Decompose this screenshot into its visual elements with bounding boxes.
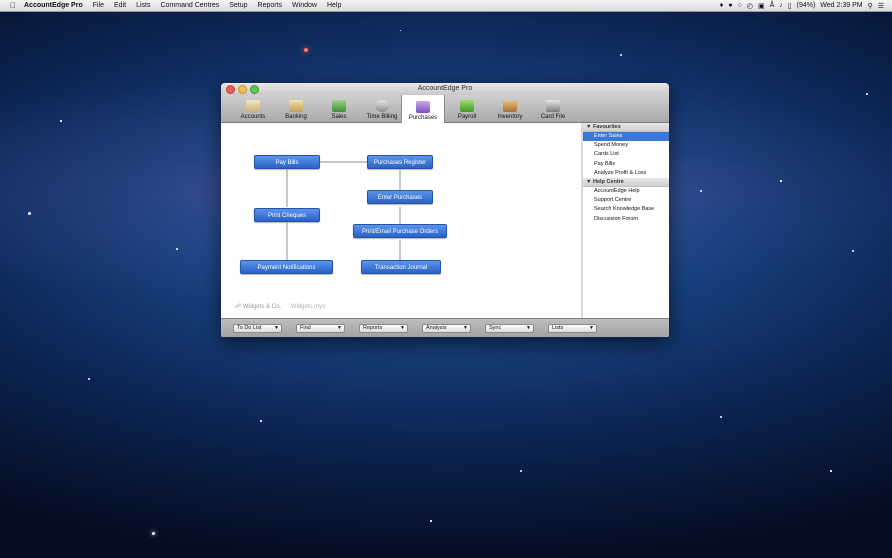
connector-enter-to-print-orders	[399, 207, 401, 224]
chat-icon[interactable]: ○	[738, 2, 742, 9]
inventory-icon	[503, 100, 517, 112]
chevron-down-icon: ▼	[589, 325, 594, 331]
sidebar: ▼ Favourites Enter Sales Spend Money Car…	[583, 123, 669, 318]
menu-extras: ♦ ● ○ ◴ ▣ Å ♪ ▯ (94%) Wed 2:39 PM ⚲ ☰	[720, 2, 892, 10]
accountedge-window: AccountEdge Pro Accounts Banking Sales T…	[221, 83, 669, 337]
help-support-centre[interactable]: Support Centre	[583, 196, 669, 205]
tab-time-billing[interactable]: Time Billing	[360, 95, 404, 122]
tab-inventory[interactable]: Inventory	[488, 95, 532, 122]
tab-payroll[interactable]: Payroll	[445, 95, 489, 122]
window-title: AccountEdge Pro	[417, 85, 473, 92]
menu-setup[interactable]: Setup	[224, 2, 252, 9]
spotlight-search-icon[interactable]: ⚲	[868, 2, 873, 10]
menu-file[interactable]: File	[88, 2, 109, 9]
list-icon[interactable]: ☰	[878, 2, 884, 10]
apple-icon[interactable]: 	[7, 1, 19, 10]
tab-purchases[interactable]: Purchases	[401, 95, 445, 123]
connector-print-orders-to-journal	[399, 240, 401, 260]
payment-notifications-button[interactable]: Payment Notifications	[240, 260, 333, 274]
favourite-analyze-profit-loss[interactable]: Analyze Profit & Loss	[583, 169, 669, 178]
find-dropdown[interactable]: Find ▼	[296, 324, 345, 333]
chevron-down-icon: ▼	[337, 325, 342, 331]
disclosure-triangle-icon: ▼	[586, 178, 592, 185]
chevron-down-icon: ▼	[463, 325, 468, 331]
menu-edit[interactable]: Edit	[109, 2, 131, 9]
battery-icon[interactable]: ▯	[788, 2, 792, 10]
bottom-toolbar: To Do List ▼ Find ▼ Reports ▼ Analysis ▼ Syn…	[221, 318, 669, 337]
help-discussion-forum[interactable]: Discussion Forum	[583, 215, 669, 224]
sync-status-icon[interactable]: ●	[728, 2, 732, 9]
bluetooth-icon[interactable]: Å	[770, 2, 775, 9]
disclosure-triangle-icon: ▼	[586, 124, 592, 130]
analysis-dropdown[interactable]: Analysis ▼	[422, 324, 471, 333]
battery-percent: (94%)	[796, 2, 816, 9]
chevron-down-icon: ▼	[400, 325, 405, 331]
favourite-spend-money[interactable]: Spend Money	[583, 141, 669, 150]
connector-paybills-to-cheques	[286, 170, 288, 207]
purchases-flow-area: Pay Bills Purchases Register Enter Purch…	[221, 123, 581, 318]
tab-card-file[interactable]: Card File	[531, 95, 575, 122]
help-search-knowledge-base[interactable]: Search Knowledge Base	[583, 205, 669, 214]
print-cheques-button[interactable]: Print Cheques	[254, 208, 320, 222]
chevron-down-icon: ▼	[526, 325, 531, 331]
display-icon[interactable]: ▣	[758, 2, 765, 10]
company-footer: ☍ Widgets & Co. Widgets.myo	[235, 303, 325, 310]
window-titlebar[interactable]: AccountEdge Pro	[221, 83, 669, 95]
connector-cheques-to-notifications	[286, 223, 288, 260]
tab-banking[interactable]: Banking	[274, 95, 318, 122]
favourite-pay-bills[interactable]: Pay Bills	[583, 160, 669, 169]
pay-bills-button[interactable]: Pay Bills	[254, 155, 320, 169]
transaction-journal-button[interactable]: Transaction Journal	[361, 260, 441, 274]
volume-icon[interactable]: ♪	[779, 2, 783, 9]
close-button[interactable]	[226, 85, 235, 94]
favourite-enter-sales[interactable]: Enter Sales	[583, 132, 669, 142]
banking-icon	[289, 100, 303, 112]
favourite-cards-list[interactable]: Cards List	[583, 150, 669, 159]
lists-dropdown[interactable]: Lists ▼	[548, 324, 597, 333]
purchases-register-button[interactable]: Purchases Register	[367, 155, 433, 169]
menu-help[interactable]: Help	[322, 2, 346, 9]
command-centre-toolbar: Accounts Banking Sales Time Billing Purc…	[221, 95, 669, 123]
tab-sales[interactable]: Sales	[317, 95, 361, 122]
traffic-lights	[226, 85, 259, 94]
menu-app-name[interactable]: AccountEdge Pro	[19, 2, 88, 9]
company-name: Widgets & Co.	[242, 304, 282, 310]
menu-window[interactable]: Window	[287, 2, 322, 9]
menu-reports[interactable]: Reports	[253, 2, 288, 9]
dropbox-icon[interactable]: ♦	[720, 2, 724, 9]
sync-dropdown[interactable]: Sync ▼	[485, 324, 534, 333]
accounts-icon	[246, 100, 260, 112]
help-centre-header[interactable]: ▼ Help Centre	[583, 177, 669, 187]
print-email-purchase-orders-button[interactable]: Print/Email Purchase Orders	[353, 224, 447, 238]
connector-register-to-paybills	[320, 161, 367, 163]
company-file-name: Widgets.myo	[290, 304, 326, 310]
purchases-icon	[416, 101, 430, 113]
card-file-icon	[546, 100, 560, 112]
zoom-button[interactable]	[250, 85, 259, 94]
minimize-button[interactable]	[238, 85, 247, 94]
help-accountedge-help[interactable]: AccountEdge Help	[583, 187, 669, 196]
menu-bar:  AccountEdge Pro File Edit Lists Comman…	[0, 0, 892, 12]
tab-accounts[interactable]: Accounts	[231, 95, 275, 122]
chevron-down-icon: ▼	[274, 325, 279, 331]
payroll-icon	[460, 100, 474, 112]
enter-purchases-button[interactable]: Enter Purchases	[367, 190, 433, 204]
menu-command-centres[interactable]: Command Centres	[155, 2, 224, 9]
sales-icon	[332, 100, 346, 112]
to-do-list-dropdown[interactable]: To Do List ▼	[233, 324, 282, 333]
connector-register-to-enter	[399, 170, 401, 190]
clock[interactable]: Wed 2:39 PM	[820, 2, 862, 9]
menu-lists[interactable]: Lists	[131, 2, 155, 9]
company-logo-icon: ☍	[235, 304, 242, 310]
favourites-header[interactable]: ▼ Favourites	[583, 123, 669, 132]
reports-dropdown[interactable]: Reports ▼	[359, 324, 408, 333]
time-machine-icon[interactable]: ◴	[747, 2, 753, 10]
time-billing-icon	[375, 100, 389, 112]
